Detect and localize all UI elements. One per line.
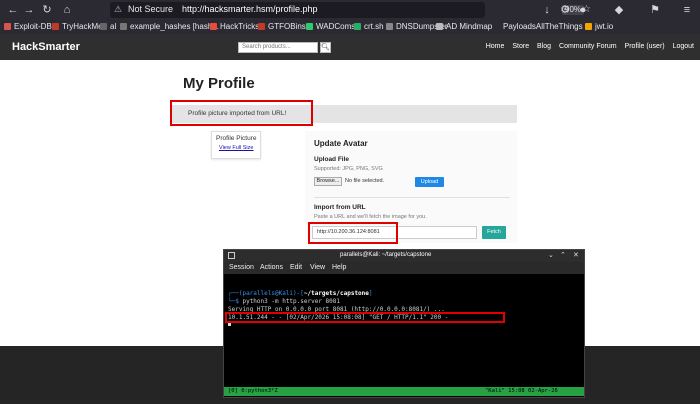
nav-store[interactable]: Store: [512, 43, 529, 50]
highlight-box-notice: [170, 100, 313, 126]
menu-actions[interactable]: Actions: [260, 264, 283, 271]
extension-icon[interactable]: ⚙: [558, 3, 572, 17]
tryhackme-icon: [52, 23, 59, 30]
supported-formats-text: Supported: JPG, PNG, SVG: [314, 166, 383, 172]
upload-file-heading: Upload File: [314, 156, 350, 163]
bookmark-item[interactable]: jwt.io: [585, 22, 613, 31]
exploit-db-icon: [4, 23, 11, 30]
browser-chrome: ← → ↻ ⌂ ⚠ Not Secure http://hacksmarter.…: [0, 0, 700, 34]
import-url-heading: Import from URL: [314, 204, 366, 211]
bookmark-item[interactable]: example_hashes [hash...: [120, 22, 219, 31]
nav-profile[interactable]: Profile (user): [625, 43, 665, 50]
bookmark-item[interactable]: Exploit-DB: [4, 22, 52, 31]
jwt-icon: [585, 23, 592, 30]
update-avatar-heading: Update Avatar: [314, 139, 368, 148]
paste-url-hint: Paste a URL and we'll fetch the image fo…: [314, 214, 427, 220]
forward-icon[interactable]: →: [22, 3, 36, 17]
bookmark-item[interactable]: PayloadsAllTheThings: [503, 22, 583, 31]
menu-help[interactable]: Help: [332, 264, 346, 271]
lock-icon: ⚠: [114, 4, 123, 14]
menu-edit[interactable]: Edit: [290, 264, 302, 271]
nav-home[interactable]: Home: [486, 43, 505, 50]
nav-logout[interactable]: Logout: [673, 43, 694, 50]
terminal-command: └─$ python3 -m http.server 8081: [228, 298, 341, 305]
extensions-icon[interactable]: ⚑: [648, 3, 662, 17]
back-icon[interactable]: ←: [6, 3, 20, 17]
site-nav: Home Store Blog Community Forum Profile …: [480, 43, 694, 50]
bookmark-item[interactable]: TryHackMe: [52, 22, 103, 31]
ad-mindmap-icon: [436, 23, 443, 30]
terminal-title: parallels@Kali: ~/targets/capstone: [340, 252, 432, 258]
maximize-icon[interactable]: ⌃: [560, 251, 566, 259]
not-secure-label: Not Secure: [128, 4, 174, 14]
site-brand[interactable]: HackSmarter: [12, 41, 80, 53]
folder-icon: [120, 23, 127, 30]
nav-community-forum[interactable]: Community Forum: [559, 43, 617, 50]
menu-icon[interactable]: ≡: [680, 3, 694, 17]
terminal-prompt: ┌──(parallels@Kali)-[~/targets/capstone]: [228, 290, 373, 297]
bookmark-item[interactable]: AD Mindmap: [436, 22, 492, 31]
account-icon[interactable]: ●: [576, 3, 590, 17]
menu-view[interactable]: View: [310, 264, 325, 271]
home-icon[interactable]: ⌂: [60, 3, 74, 17]
bookmark-item[interactable]: GTFOBins: [258, 22, 306, 31]
upload-button[interactable]: Upload: [415, 177, 444, 187]
view-full-size-link[interactable]: View Full Size: [219, 145, 253, 151]
address-bar[interactable]: ⚠ Not Secure http://hacksmarter.hsm/prof…: [110, 2, 591, 18]
close-icon[interactable]: ✕: [573, 251, 579, 259]
download-icon[interactable]: ↓: [540, 3, 554, 17]
bookmark-item[interactable]: WADComs: [306, 22, 355, 31]
crtsh-icon: [354, 23, 361, 30]
minimize-icon[interactable]: ⌄: [548, 251, 554, 259]
terminal-menubar: Session Actions Edit View Help: [224, 262, 584, 274]
tmux-status-left: [0] 0:python3*Z: [228, 388, 278, 394]
toolbar: ← → ↻ ⌂ ⚠ Not Secure http://hacksmarter.…: [0, 0, 700, 20]
terminal-icon: [228, 252, 235, 259]
extension-icon[interactable]: ◆: [612, 3, 626, 17]
fetch-button[interactable]: Fetch: [482, 226, 506, 239]
highlight-box-url: [308, 222, 398, 244]
profile-picture-title: Profile Picture: [216, 135, 257, 142]
tmux-status-right: "Kali" 15:08 02-Apr-26: [485, 388, 558, 394]
bookmark-item[interactable]: HackTricks: [210, 22, 259, 31]
menu-session[interactable]: Session: [229, 264, 254, 271]
bookmark-item[interactable]: crt.sh: [354, 22, 384, 31]
dnsdumpster-icon: [386, 23, 393, 30]
reload-icon[interactable]: ↻: [40, 3, 54, 17]
folder-icon: [100, 23, 107, 30]
site-header: HackSmarter Search products... 🔍︎ Home S…: [0, 34, 700, 60]
bookmarks-bar: Exploit-DB TryHackMe al example_hashes […: [0, 20, 700, 34]
bookmark-item[interactable]: al: [100, 22, 116, 31]
gtfobins-icon: [258, 23, 265, 30]
search-input[interactable]: Search products...: [238, 42, 318, 53]
highlight-box-log: [225, 312, 505, 323]
no-file-text: No file selected.: [345, 178, 385, 184]
url-text[interactable]: http://hacksmarter.hsm/profile.php: [182, 4, 318, 14]
page-title: My Profile: [183, 75, 255, 92]
browse-button[interactable]: Browse...: [314, 177, 342, 186]
search-icon[interactable]: 🔍︎: [320, 42, 331, 53]
section-divider: [314, 197, 510, 198]
nav-blog[interactable]: Blog: [537, 43, 551, 50]
wadcoms-icon: [306, 23, 313, 30]
hacktricks-icon: [210, 23, 217, 30]
